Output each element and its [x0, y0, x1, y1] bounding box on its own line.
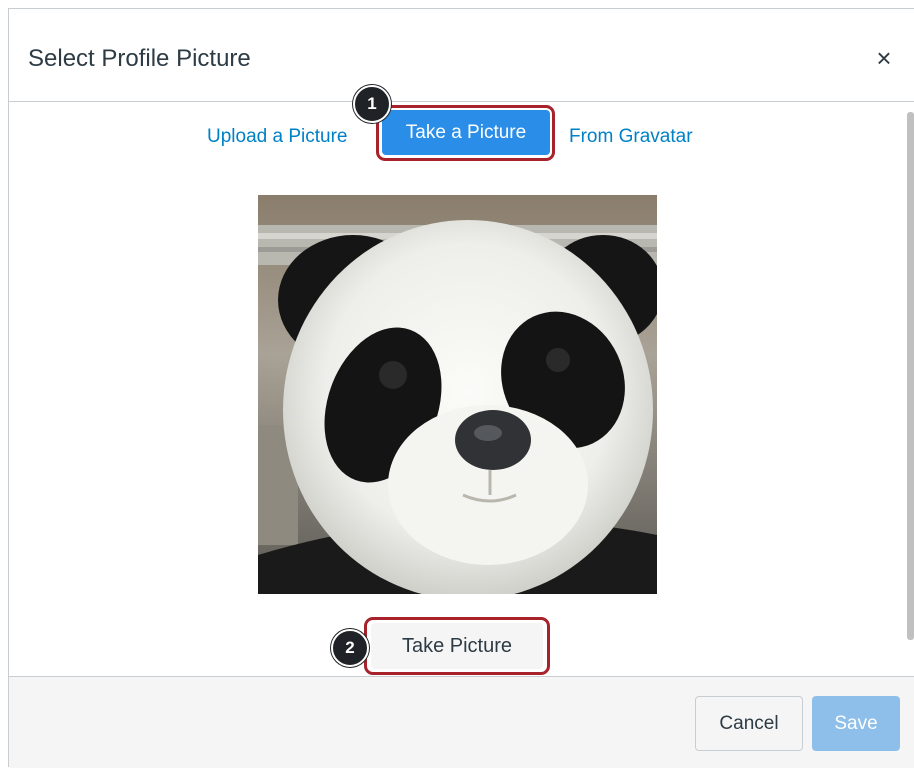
take-picture-button[interactable]: Take Picture: [371, 623, 543, 669]
save-button[interactable]: Save: [812, 696, 900, 751]
dialog-title: Select Profile Picture: [28, 45, 251, 72]
dialog-header: Select Profile Picture ×: [9, 9, 914, 102]
tab-upload-a-picture[interactable]: Upload a Picture: [207, 126, 347, 148]
step-1-badge: 1: [353, 85, 391, 123]
tab-from-gravatar[interactable]: From Gravatar: [569, 126, 693, 148]
scrollbar[interactable]: [907, 112, 914, 640]
close-icon[interactable]: ×: [869, 43, 899, 73]
tab-take-a-picture[interactable]: Take a Picture: [382, 110, 550, 155]
camera-preview: [258, 195, 657, 594]
step-2-badge: 2: [331, 629, 369, 667]
panda-plush-image: [258, 195, 657, 594]
select-profile-picture-dialog: Select Profile Picture × Upload a Pictur…: [8, 8, 914, 768]
cancel-button[interactable]: Cancel: [695, 696, 803, 751]
